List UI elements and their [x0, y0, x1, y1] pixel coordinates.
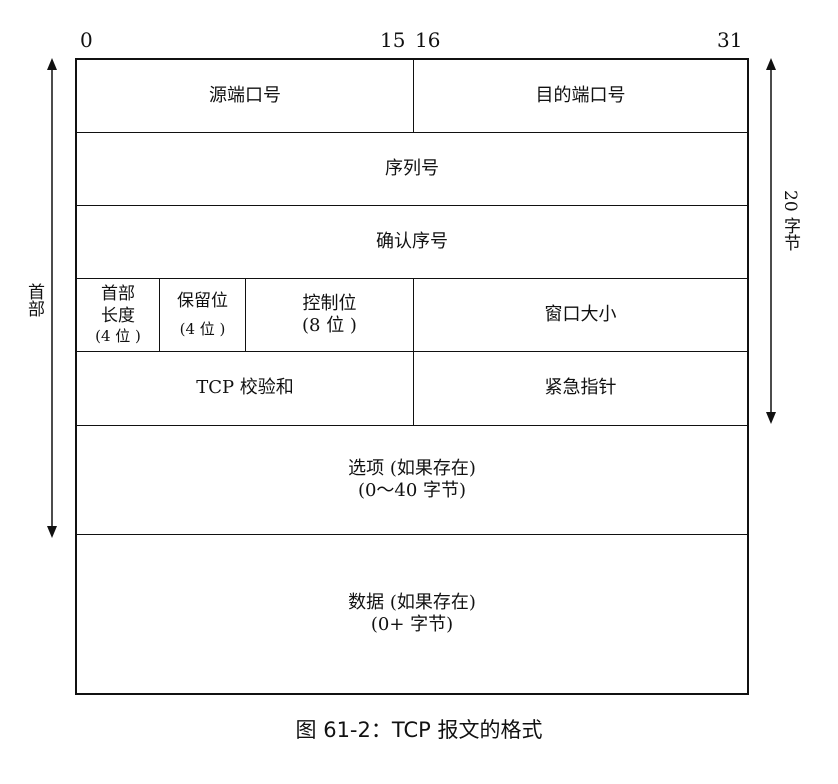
field-data-size: (0+ 字节) [370, 614, 454, 635]
bit-label-0: 0 [80, 28, 93, 52]
field-source-port: 源端口号 [77, 60, 413, 132]
header-label: 首部 [24, 283, 44, 317]
field-header-length: 首部 长度 (4 位 ) [77, 279, 159, 351]
field-control-bits-label: 控制位 [302, 292, 357, 314]
field-destination-port: 目的端口号 [414, 60, 747, 132]
field-checksum-label: TCP 校验和 [196, 377, 294, 399]
field-options: 选项 (如果存在) (0～40 字节) [77, 426, 747, 534]
field-urgent-pointer-label: 紧急指针 [544, 377, 617, 399]
field-header-length-line1: 首部 [101, 284, 135, 305]
field-ack-number: 确认序号 [77, 206, 747, 278]
field-reserved: 保留位 (4 位 ) [160, 279, 245, 351]
field-options-size: (0～40 字节) [357, 480, 467, 501]
bit-label-31: 31 [717, 28, 743, 52]
field-urgent-pointer: 紧急指针 [414, 352, 747, 425]
field-data: 数据 (如果存在) (0+ 字节) [77, 535, 747, 693]
field-header-length-line2: 长度 [101, 305, 135, 326]
field-destination-port-label: 目的端口号 [535, 84, 626, 106]
bit-label-16: 16 [415, 28, 441, 52]
field-window-size-label: 窗口大小 [544, 303, 617, 325]
figure-caption: 图 61-2：TCP 报文的格式 [295, 718, 543, 742]
field-control-bits-size: (8 位 ) [302, 315, 357, 336]
field-control-bits: 控制位 (8 位 ) [246, 279, 413, 351]
field-ack-number-label: 确认序号 [376, 230, 448, 252]
field-source-port-label: 源端口号 [209, 84, 281, 106]
tcp-header-diagram: 源端口号 目的端口号 序列号 确认序号 首部 长度 (4 位 ) 保留位 (4 … [75, 58, 749, 695]
field-options-label: 选项 (如果存在) [348, 457, 476, 479]
field-checksum: TCP 校验和 [77, 352, 413, 425]
field-window-size: 窗口大小 [414, 279, 747, 351]
field-sequence-number-label: 序列号 [385, 157, 439, 179]
bit-label-15: 15 [380, 28, 406, 52]
field-reserved-label: 保留位 [177, 291, 228, 311]
twenty-bytes-label: 20 字节 [780, 190, 800, 252]
field-header-length-bits: (4 位 ) [95, 326, 141, 345]
field-data-label: 数据 (如果存在) [348, 591, 476, 613]
field-reserved-bits: (4 位 ) [179, 320, 226, 339]
field-sequence-number: 序列号 [77, 133, 747, 205]
